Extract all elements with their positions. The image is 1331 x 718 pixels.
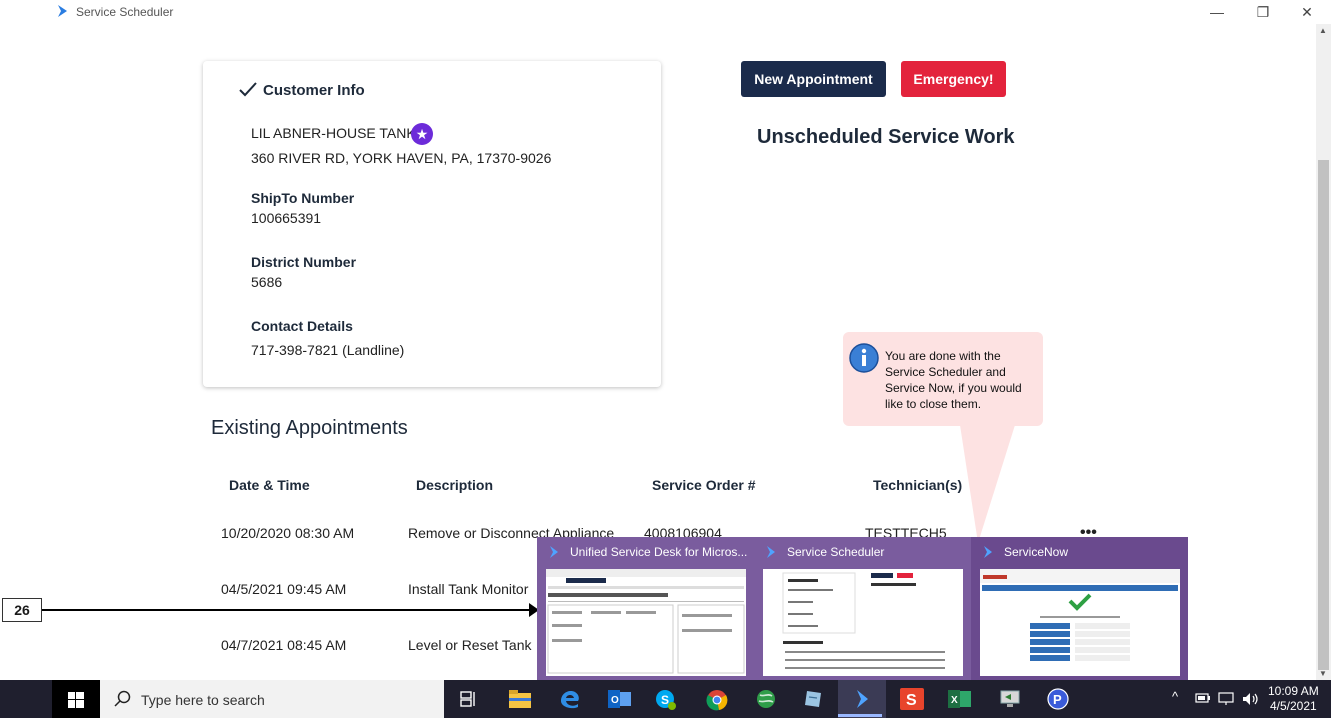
globe-icon: [757, 690, 775, 708]
column-header-date: Date & Time: [229, 477, 310, 493]
windows-taskbar: Type here to search O S S X P ^ 10:09 AM…: [0, 680, 1331, 718]
district-label: District Number: [251, 254, 357, 270]
scroll-down-icon[interactable]: ▼: [1319, 669, 1327, 678]
preview-image: [980, 569, 1180, 676]
task-view-icon: [460, 691, 475, 707]
network-icon[interactable]: [1218, 692, 1234, 706]
row-date: 04/5/2021 09:45 AM: [221, 581, 347, 597]
preview-unified-service-desk[interactable]: Unified Service Desk for Micros...: [537, 537, 754, 680]
taskbar-notes-app[interactable]: [790, 680, 838, 718]
taskbar-snagit[interactable]: S: [888, 680, 936, 718]
taskbar-chrome[interactable]: [692, 680, 740, 718]
preview-image: [763, 569, 963, 676]
tooltip-text: You are done with the Service Scheduler …: [885, 349, 1022, 411]
svg-text:P: P: [1053, 692, 1062, 707]
contact-value: 717-398-7821 (Landline): [251, 342, 405, 358]
column-header-description: Description: [416, 477, 494, 493]
step-pointer-line: [42, 609, 532, 611]
taskbar-excel[interactable]: X: [936, 680, 984, 718]
taskbar-remote-app[interactable]: [986, 680, 1034, 718]
dynamics-icon: [767, 546, 775, 558]
volume-icon[interactable]: [1242, 692, 1260, 706]
info-icon: [849, 343, 879, 373]
active-app-indicator: [838, 714, 882, 717]
row-description: Install Tank Monitor: [408, 581, 529, 597]
taskbar-edge[interactable]: [546, 680, 594, 718]
minimize-button[interactable]: —: [1194, 2, 1240, 22]
dynamics-icon: [550, 546, 558, 558]
excel-icon: X: [948, 690, 971, 708]
customer-info-card: Customer Info LIL ABNER-HOUSE TANK ★ 360…: [203, 61, 661, 387]
taskbar-outlook[interactable]: O: [596, 680, 644, 718]
row-date: 10/20/2020 08:30 AM: [221, 525, 355, 541]
taskbar-window-previews: Unified Service Desk for Micros... Servi…: [537, 537, 1188, 680]
existing-appointments-heading: Existing Appointments: [211, 417, 408, 439]
clock-date: 4/5/2021: [1269, 699, 1317, 713]
taskbar-file-explorer[interactable]: [496, 680, 544, 718]
step-number-badge: 26: [2, 598, 42, 622]
notes-icon: [805, 691, 821, 707]
restore-button[interactable]: ❐: [1240, 2, 1286, 22]
district-value: 5686: [251, 274, 283, 290]
folder-icon: [509, 690, 531, 708]
taskbar-skype[interactable]: S: [642, 680, 690, 718]
taskbar-p-app[interactable]: P: [1034, 680, 1082, 718]
shipto-value: 100665391: [251, 210, 322, 226]
service-scheduler-logo-icon: [58, 5, 67, 17]
preview-servicenow[interactable]: ServiceNow: [971, 537, 1188, 680]
column-header-technician: Technician(s): [873, 477, 963, 493]
start-button[interactable]: [52, 680, 100, 718]
row-description: Level or Reset Tank: [408, 637, 532, 653]
search-placeholder: Type here to search: [141, 692, 265, 708]
taskbar-search-box[interactable]: Type here to search: [100, 680, 444, 718]
shipto-label: ShipTo Number: [251, 190, 355, 206]
customer-name: LIL ABNER-HOUSE TANK: [251, 125, 416, 141]
dynamics-icon: [857, 690, 868, 708]
svg-text:S: S: [661, 693, 669, 707]
preview-service-scheduler[interactable]: Service Scheduler: [754, 537, 971, 680]
window-title: Service Scheduler: [76, 5, 174, 19]
remote-desktop-icon: [1000, 690, 1020, 707]
unscheduled-service-work-heading: Unscheduled Service Work: [757, 126, 1015, 148]
tooltip-pointer: [960, 425, 1015, 543]
emergency-button[interactable]: Emergency!: [901, 61, 1006, 97]
taskbar-globe-app[interactable]: [742, 680, 790, 718]
close-button[interactable]: ✕: [1284, 2, 1330, 22]
customer-info-heading: Customer Info: [263, 82, 365, 99]
column-header-service-order: Service Order #: [652, 477, 756, 493]
skype-icon: S: [656, 690, 676, 710]
dynamics-icon: [984, 546, 992, 558]
tray-chevron-icon[interactable]: ^: [1172, 689, 1178, 704]
preview-title: Service Scheduler: [787, 545, 885, 559]
svg-text:S: S: [906, 692, 917, 709]
scroll-up-icon[interactable]: ▲: [1319, 26, 1327, 35]
windows-logo-icon: [68, 692, 84, 708]
edge-browser-icon: [561, 691, 579, 709]
svg-text:O: O: [611, 695, 619, 706]
svg-text:X: X: [951, 695, 958, 706]
p-app-icon: P: [1047, 688, 1069, 710]
scroll-thumb[interactable]: [1318, 160, 1329, 670]
row-date: 04/7/2021 08:45 AM: [221, 637, 347, 653]
preview-title: ServiceNow: [1004, 545, 1069, 559]
checkmark-icon: [239, 82, 257, 97]
star-badge-icon: ★: [411, 123, 433, 145]
title-bar: Service Scheduler — ❐ ✕: [0, 0, 1331, 24]
chrome-icon: [706, 690, 728, 711]
battery-icon[interactable]: [1195, 692, 1211, 704]
snagit-icon: S: [900, 688, 924, 710]
outlook-icon: O: [608, 690, 631, 708]
new-appointment-button[interactable]: New Appointment: [741, 61, 886, 97]
search-icon: [114, 690, 131, 707]
vertical-scrollbar[interactable]: ▲ ▼: [1316, 24, 1331, 680]
customer-address: 360 RIVER RD, YORK HAVEN, PA, 17370-9026: [251, 150, 552, 166]
preview-image: [546, 569, 746, 676]
contact-label: Contact Details: [251, 318, 353, 334]
tutorial-tooltip: You are done with the Service Scheduler …: [843, 332, 1043, 426]
clock-time: 10:09 AM: [1268, 684, 1319, 698]
preview-title: Unified Service Desk for Micros...: [570, 545, 748, 559]
taskbar-service-scheduler[interactable]: [838, 680, 886, 718]
system-clock[interactable]: 10:09 AM 4/5/2021: [1268, 684, 1319, 714]
task-view-button[interactable]: [446, 680, 494, 718]
